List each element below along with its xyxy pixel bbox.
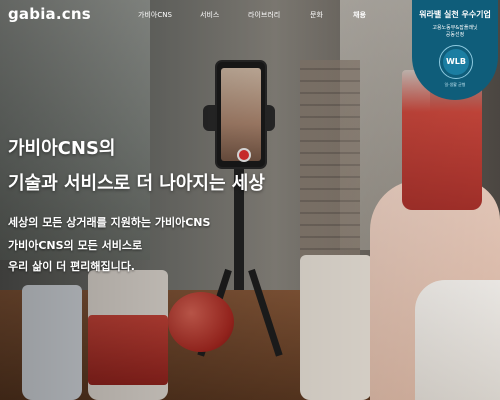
wlb-award-badge: 워라밸 실천 우수기업 고용노동부&잡플래닛 공동선정 WLB 일·생활 균형 [412, 0, 498, 100]
nav-item-gabiacns[interactable]: 가비아CNS [138, 10, 172, 20]
badge-subtitle: 고용노동부&잡플래닛 [432, 25, 478, 31]
wlb-caption: 일·생활 균형 [444, 82, 466, 87]
hero-description-line2: 가비아CNS의 모든 서비스로 [8, 239, 143, 252]
badge-title: 워라밸 실천 우수기업 [419, 10, 491, 19]
nav-item-library[interactable]: 라이브러리 [248, 10, 280, 20]
badge-subtitle-2: 공동선정 [445, 32, 465, 38]
wlb-emblem-icon: WLB [439, 45, 473, 79]
hero-title-line1: 가비아CNS의 [8, 138, 116, 159]
wlb-emblem-text: WLB [443, 49, 469, 75]
nav-item-culture[interactable]: 문화 [310, 10, 323, 20]
logo[interactable]: gabia.cns [8, 5, 91, 23]
nav-item-service[interactable]: 서비스 [200, 10, 219, 20]
nav-item-recruit[interactable]: 채용 [353, 10, 366, 20]
hero-title-line2: 기술과 서비스로 더 나아지는 세상 [8, 173, 265, 194]
hero-description-line3: 우리 삶이 더 편리해집니다. [8, 260, 135, 273]
hero-description-line1: 세상의 모든 상거래를 지원하는 가비아CNS [8, 216, 211, 229]
